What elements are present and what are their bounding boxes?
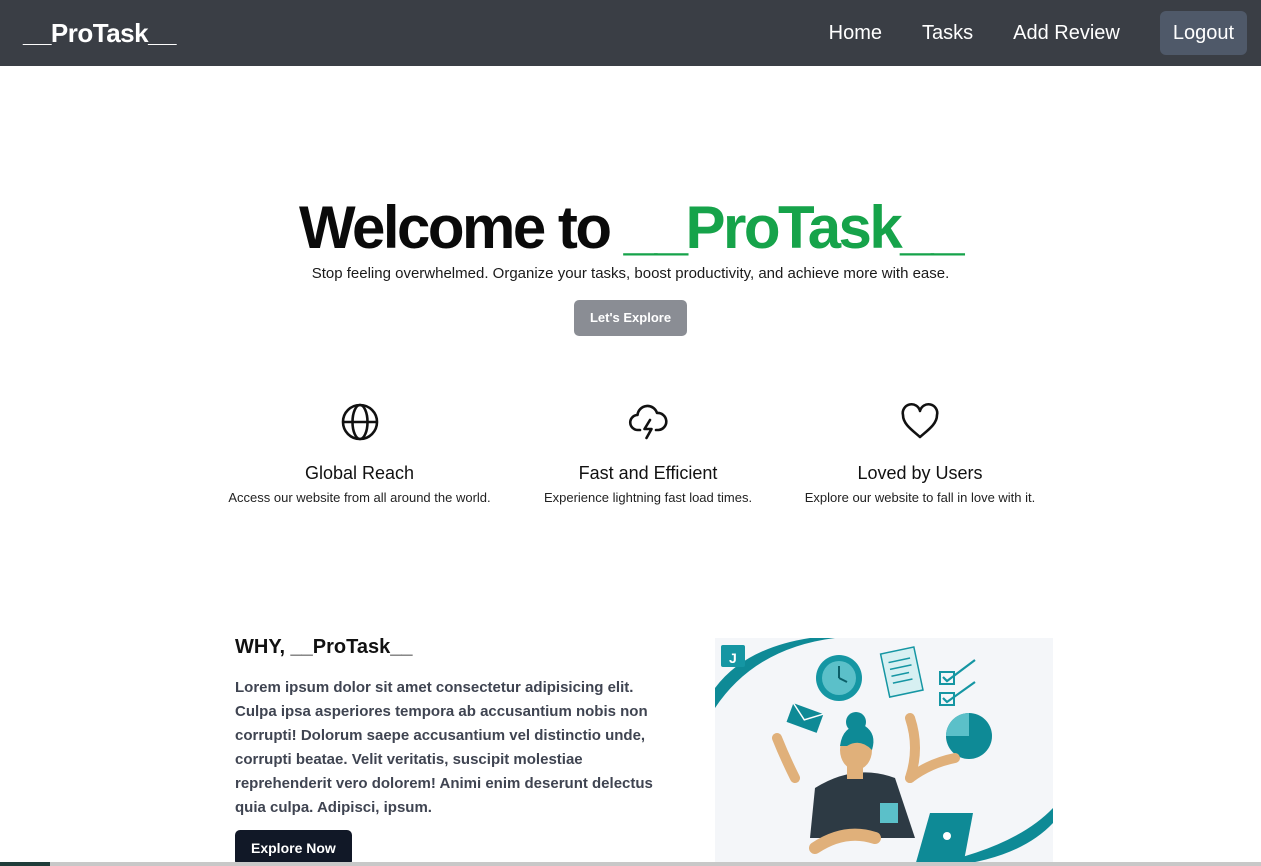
explore-now-button[interactable]: Explore Now [235,830,352,866]
hero-title: Welcome to __ProTask__ [0,195,1261,261]
navbar: __ProTask__ Home Tasks Add Review Logout [0,0,1261,66]
why-section: WHY, __ProTask__ Lorem ipsum dolor sit a… [235,636,665,866]
multitasking-woman-image: J [715,638,1053,866]
horizontal-scrollbar[interactable] [0,862,1261,866]
multitasking-illustration: J [715,638,1053,866]
logout-button[interactable]: Logout [1159,11,1247,55]
feature-global-reach: Global Reach Access our website from all… [219,402,500,505]
hero-title-prefix: Welcome to [298,194,624,261]
nav-link-home[interactable]: Home [829,22,882,45]
feature-title: Global Reach [304,463,415,483]
heart-icon [901,402,939,439]
nav-links: Home Tasks Add Review Logout [829,11,1247,55]
feature-description: Access our website from all around the w… [228,490,491,505]
feature-title: Fast and Efficient [578,463,718,483]
feature-description: Experience lightning fast load times. [543,490,753,505]
feature-title: Loved by Users [857,463,983,483]
scrollbar-thumb[interactable] [0,862,50,866]
globe-icon [341,403,378,441]
nav-link-add-review[interactable]: Add Review [1013,22,1120,45]
feature-fast-efficient: Fast and Efficient Experience lightning … [537,402,759,505]
feature-loved-by-users: Loved by Users Explore our website to fa… [795,402,1045,505]
why-body: Lorem ipsum dolor sit amet consectetur a… [235,679,653,816]
lightning-cloud-icon [628,404,668,440]
feature-description: Explore our website to fall in love with… [804,490,1036,505]
hero-subtitle: Stop feeling overwhelmed. Organize your … [311,265,950,282]
brand-logo[interactable]: __ProTask__ [23,18,177,49]
why-title: WHY, __ProTask__ [235,636,413,658]
hero-title-accent: __ProTask__ [623,194,965,261]
lets-explore-button[interactable]: Let's Explore [573,300,688,336]
svg-text:J: J [729,650,737,666]
hero-section: Welcome to __ProTask__ Stop feeling over… [0,195,1261,336]
nav-link-tasks[interactable]: Tasks [922,22,973,45]
